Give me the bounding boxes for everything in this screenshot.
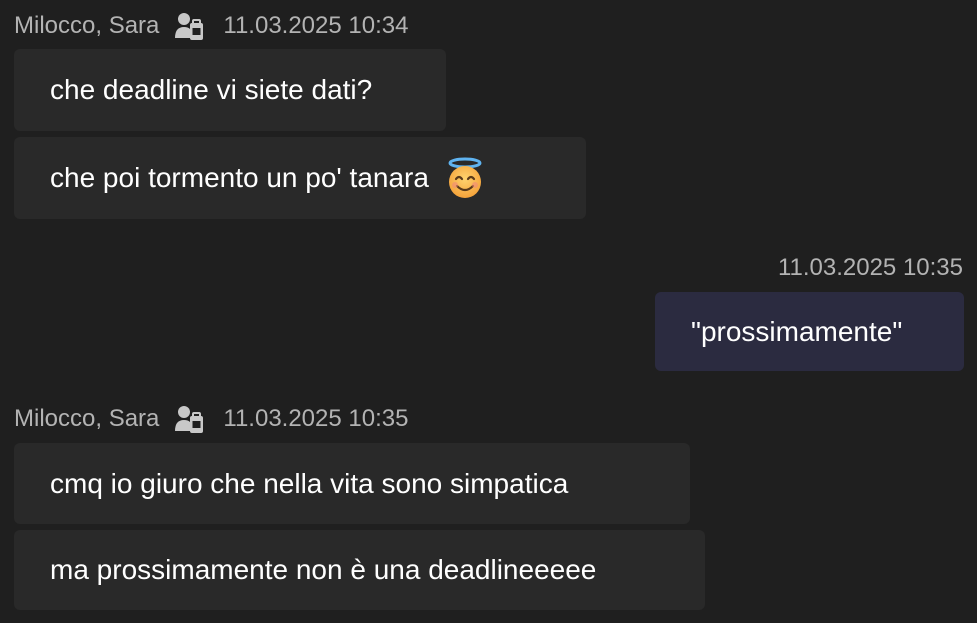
sender-name[interactable]: Milocco, Sara — [14, 12, 159, 40]
message-text: che deadline vi siete dati? — [50, 74, 373, 105]
message-header: Milocco, Sara 11.03.2025 10:35 — [14, 403, 408, 435]
message-text: "prossimamente" — [691, 315, 903, 347]
message-bubble[interactable]: cmq io giuro che nella vita sono simpati… — [14, 443, 690, 524]
message-timestamp: 11.03.2025 10:35 — [223, 405, 409, 432]
message-text: che poi tormento un po' tanara — [50, 162, 429, 193]
message-text: ma prossimamente non è una deadlineeeee — [50, 554, 597, 585]
external-user-icon — [175, 406, 204, 433]
own-message-timestamp: 11.03.2025 10:35 — [777, 254, 963, 281]
own-message-bubble[interactable]: "prossimamente" — [655, 292, 964, 371]
message-bubble[interactable]: che deadline vi siete dati? — [14, 49, 446, 131]
message-bubble[interactable]: ma prossimamente non è una deadlineeeee — [14, 530, 705, 610]
message-bubble[interactable]: che poi tormento un po' tanara — [14, 137, 586, 219]
smiling-face-with-halo-icon — [448, 157, 482, 198]
message-header: Milocco, Sara 11.03.2025 10:34 — [14, 10, 408, 42]
message-text: cmq io giuro che nella vita sono simpati… — [50, 467, 569, 499]
sender-name[interactable]: Milocco, Sara — [14, 405, 159, 433]
external-user-icon — [175, 13, 204, 40]
message-timestamp: 11.03.2025 10:34 — [223, 12, 409, 39]
